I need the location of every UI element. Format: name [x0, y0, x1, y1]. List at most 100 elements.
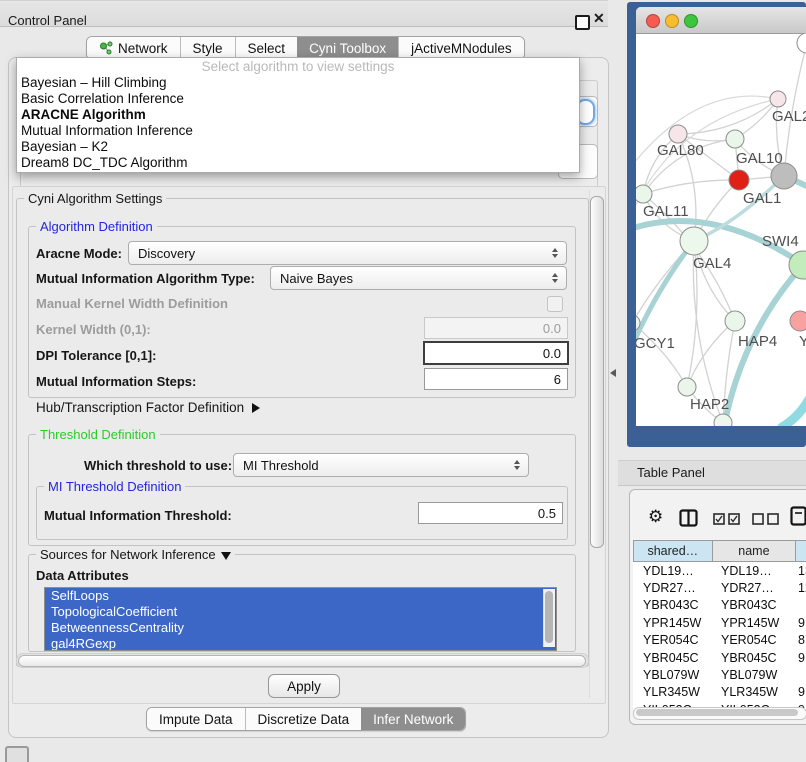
- sources-legend[interactable]: Sources for Network Inference: [36, 547, 235, 562]
- node-label-gal2: GAL2: [772, 108, 806, 125]
- network-node-gal4[interactable]: [680, 227, 708, 255]
- algorithm-option-basic-correlation-inference[interactable]: Basic Correlation Inference: [17, 91, 579, 107]
- tab-label: Discretize Data: [258, 712, 350, 727]
- network-node-y[interactable]: [790, 311, 806, 331]
- node-label-gal11: GAL11: [643, 203, 689, 220]
- column-header-name[interactable]: name: [713, 540, 797, 562]
- zoom-traffic-light[interactable]: [684, 14, 698, 28]
- close-panel-button[interactable]: ✕: [593, 10, 605, 27]
- threshold-definition-legend: Threshold Definition: [36, 427, 160, 442]
- settings-horizontal-scrollbar-thumb[interactable]: [18, 655, 586, 667]
- table-row[interactable]: YER054CYER054C8.: [633, 632, 806, 649]
- settings-vertical-scrollbar-thumb[interactable]: [590, 196, 604, 548]
- cyni-algorithm-settings-legend: Cyni Algorithm Settings: [24, 191, 166, 206]
- list-scrollbar-thumb[interactable]: [545, 591, 553, 643]
- apply-button[interactable]: Apply: [268, 674, 340, 698]
- hub-factor-label: Hub/Transcription Factor Definition: [36, 400, 244, 415]
- spinner-arrows-icon: [508, 460, 528, 470]
- kernel-width-field[interactable]: 0.0: [424, 317, 568, 339]
- network-node-hap4[interactable]: [725, 311, 745, 331]
- table-row[interactable]: YBR045CYBR045C9.: [633, 649, 806, 666]
- mi-steps-field[interactable]: 6: [424, 368, 568, 390]
- manual-kernel-width-checkbox[interactable]: [547, 296, 563, 312]
- node-label-swi4: SWI4: [762, 233, 799, 250]
- bottom-tab-discretize-data[interactable]: Discretize Data: [245, 708, 362, 730]
- tab-network[interactable]: Network: [87, 37, 180, 59]
- tab-label: Impute Data: [159, 712, 233, 727]
- attribute-item-topologicalcoefficient[interactable]: TopologicalCoefficient: [45, 604, 556, 620]
- tab-cyni-toolbox[interactable]: Cyni Toolbox: [297, 37, 398, 59]
- table-cell: 12: [794, 581, 806, 595]
- algorithm-option-bayesian-k2[interactable]: Bayesian – K2: [17, 139, 579, 155]
- network-icon: [99, 41, 113, 55]
- close-traffic-light[interactable]: [646, 14, 660, 28]
- bottom-tab-impute-data[interactable]: Impute Data: [147, 708, 245, 730]
- network-window[interactable]: GAL2GAL80GAL10GAL1GAL11GAL4SWI4GCY1HAP4Y…: [636, 7, 806, 426]
- minimized-panel-icon[interactable]: [5, 746, 29, 762]
- column-header-shared[interactable]: shared…: [633, 540, 713, 562]
- table-cell: YPR145W: [633, 616, 711, 630]
- network-node-hap2[interactable]: [678, 378, 696, 396]
- application-root: Control Panel ✕ NetworkStyleSelectCyni T…: [0, 0, 806, 762]
- table-cell: 9.: [794, 685, 806, 699]
- tab-style[interactable]: Style: [180, 37, 235, 59]
- data-attributes-label: Data Attributes: [36, 568, 129, 583]
- dpi-tolerance-field[interactable]: 0.0: [423, 341, 569, 365]
- which-threshold-select[interactable]: MI Threshold: [233, 453, 529, 477]
- minimize-traffic-light[interactable]: [665, 14, 679, 28]
- table-horizontal-scrollbar[interactable]: [633, 707, 806, 720]
- attribute-item-gal4rgexp[interactable]: gal4RGexp: [45, 636, 556, 651]
- columns-icon[interactable]: [679, 509, 698, 527]
- algorithm-option-dream8-dc-tdc-algorithm[interactable]: Dream8 DC_TDC Algorithm: [17, 155, 579, 171]
- document-icon[interactable]: [790, 506, 806, 526]
- list-vertical-scrollbar[interactable]: [543, 589, 555, 647]
- table-row[interactable]: YPR145WYPR145W9.: [633, 614, 806, 631]
- table-row[interactable]: YDR27…YDR27…12: [633, 579, 806, 596]
- node-label-gal1: GAL1: [743, 190, 781, 207]
- network-node-gal11[interactable]: [636, 185, 652, 203]
- select-all-icon[interactable]: [713, 513, 741, 525]
- network-node-gal80[interactable]: [669, 125, 687, 143]
- table-panel: ⚙ shared…nameA YDL19…YDL19…13YDR27…YDR27…: [629, 489, 806, 725]
- data-attributes-list[interactable]: SelfLoopsTopologicalCoefficientBetweenne…: [44, 587, 557, 651]
- hub-factor-expander[interactable]: Hub/Transcription Factor Definition: [36, 400, 260, 415]
- table-scrollbar-thumb[interactable]: [636, 709, 798, 716]
- splitter-collapse-icon[interactable]: [610, 369, 616, 377]
- table-row[interactable]: YLR345WYLR345W9.: [633, 684, 806, 701]
- network-edge: [687, 321, 735, 387]
- network-node-gal2[interactable]: [770, 91, 786, 107]
- mi-threshold-field[interactable]: 0.5: [418, 502, 563, 524]
- network-canvas[interactable]: GAL2GAL80GAL10GAL1GAL11GAL4SWI4GCY1HAP4Y…: [636, 33, 806, 426]
- aracne-mode-select[interactable]: Discovery: [128, 241, 567, 265]
- algorithm-option-mutual-information-inference[interactable]: Mutual Information Inference: [17, 123, 579, 139]
- column-header-a[interactable]: A: [796, 540, 806, 562]
- network-node-gal1[interactable]: [729, 170, 749, 190]
- algorithm-dropdown-prompt: Select algorithm to view settings: [17, 58, 579, 75]
- tab-label: Infer Network: [373, 712, 453, 727]
- table-cell: YBL079W: [633, 668, 711, 682]
- algorithm-option-aracne-algorithm[interactable]: ARACNE Algorithm: [17, 107, 579, 123]
- network-window-titlebar[interactable]: [636, 7, 806, 34]
- mi-algorithm-type-select[interactable]: Naive Bayes: [270, 266, 567, 290]
- node-label-gcy1: GCY1: [636, 335, 675, 352]
- attribute-item-selfloops[interactable]: SelfLoops: [45, 588, 556, 604]
- table-row[interactable]: YDL19…YDL19…13: [633, 562, 806, 579]
- algorithm-option-bayesian-hill-climbing[interactable]: Bayesian – Hill Climbing: [17, 75, 579, 91]
- aracne-mode-value: Discovery: [129, 246, 546, 261]
- attribute-item-betweennesscentrality[interactable]: BetweennessCentrality: [45, 620, 556, 636]
- which-threshold-value: MI Threshold: [234, 458, 508, 473]
- network-node-gal10[interactable]: [726, 130, 744, 148]
- collapse-triangle-icon: [221, 552, 231, 560]
- table-row[interactable]: YBR043CYBR043C: [633, 597, 806, 614]
- network-node[interactable]: [797, 33, 806, 53]
- gear-icon[interactable]: ⚙: [648, 507, 663, 527]
- float-panel-button[interactable]: [575, 15, 590, 30]
- table-row[interactable]: YBL079WYBL079W: [633, 666, 806, 683]
- deselect-all-icon[interactable]: [752, 513, 780, 525]
- node-label-hap4: HAP4: [738, 333, 777, 350]
- tab-jactivemnodules[interactable]: jActiveMNodules: [398, 37, 524, 59]
- bottom-tab-infer-network[interactable]: Infer Network: [361, 708, 465, 730]
- table-cell: YDL19…: [633, 564, 711, 578]
- manual-kernel-width-label: Manual Kernel Width Definition: [36, 296, 228, 311]
- tab-select[interactable]: Select: [235, 37, 298, 59]
